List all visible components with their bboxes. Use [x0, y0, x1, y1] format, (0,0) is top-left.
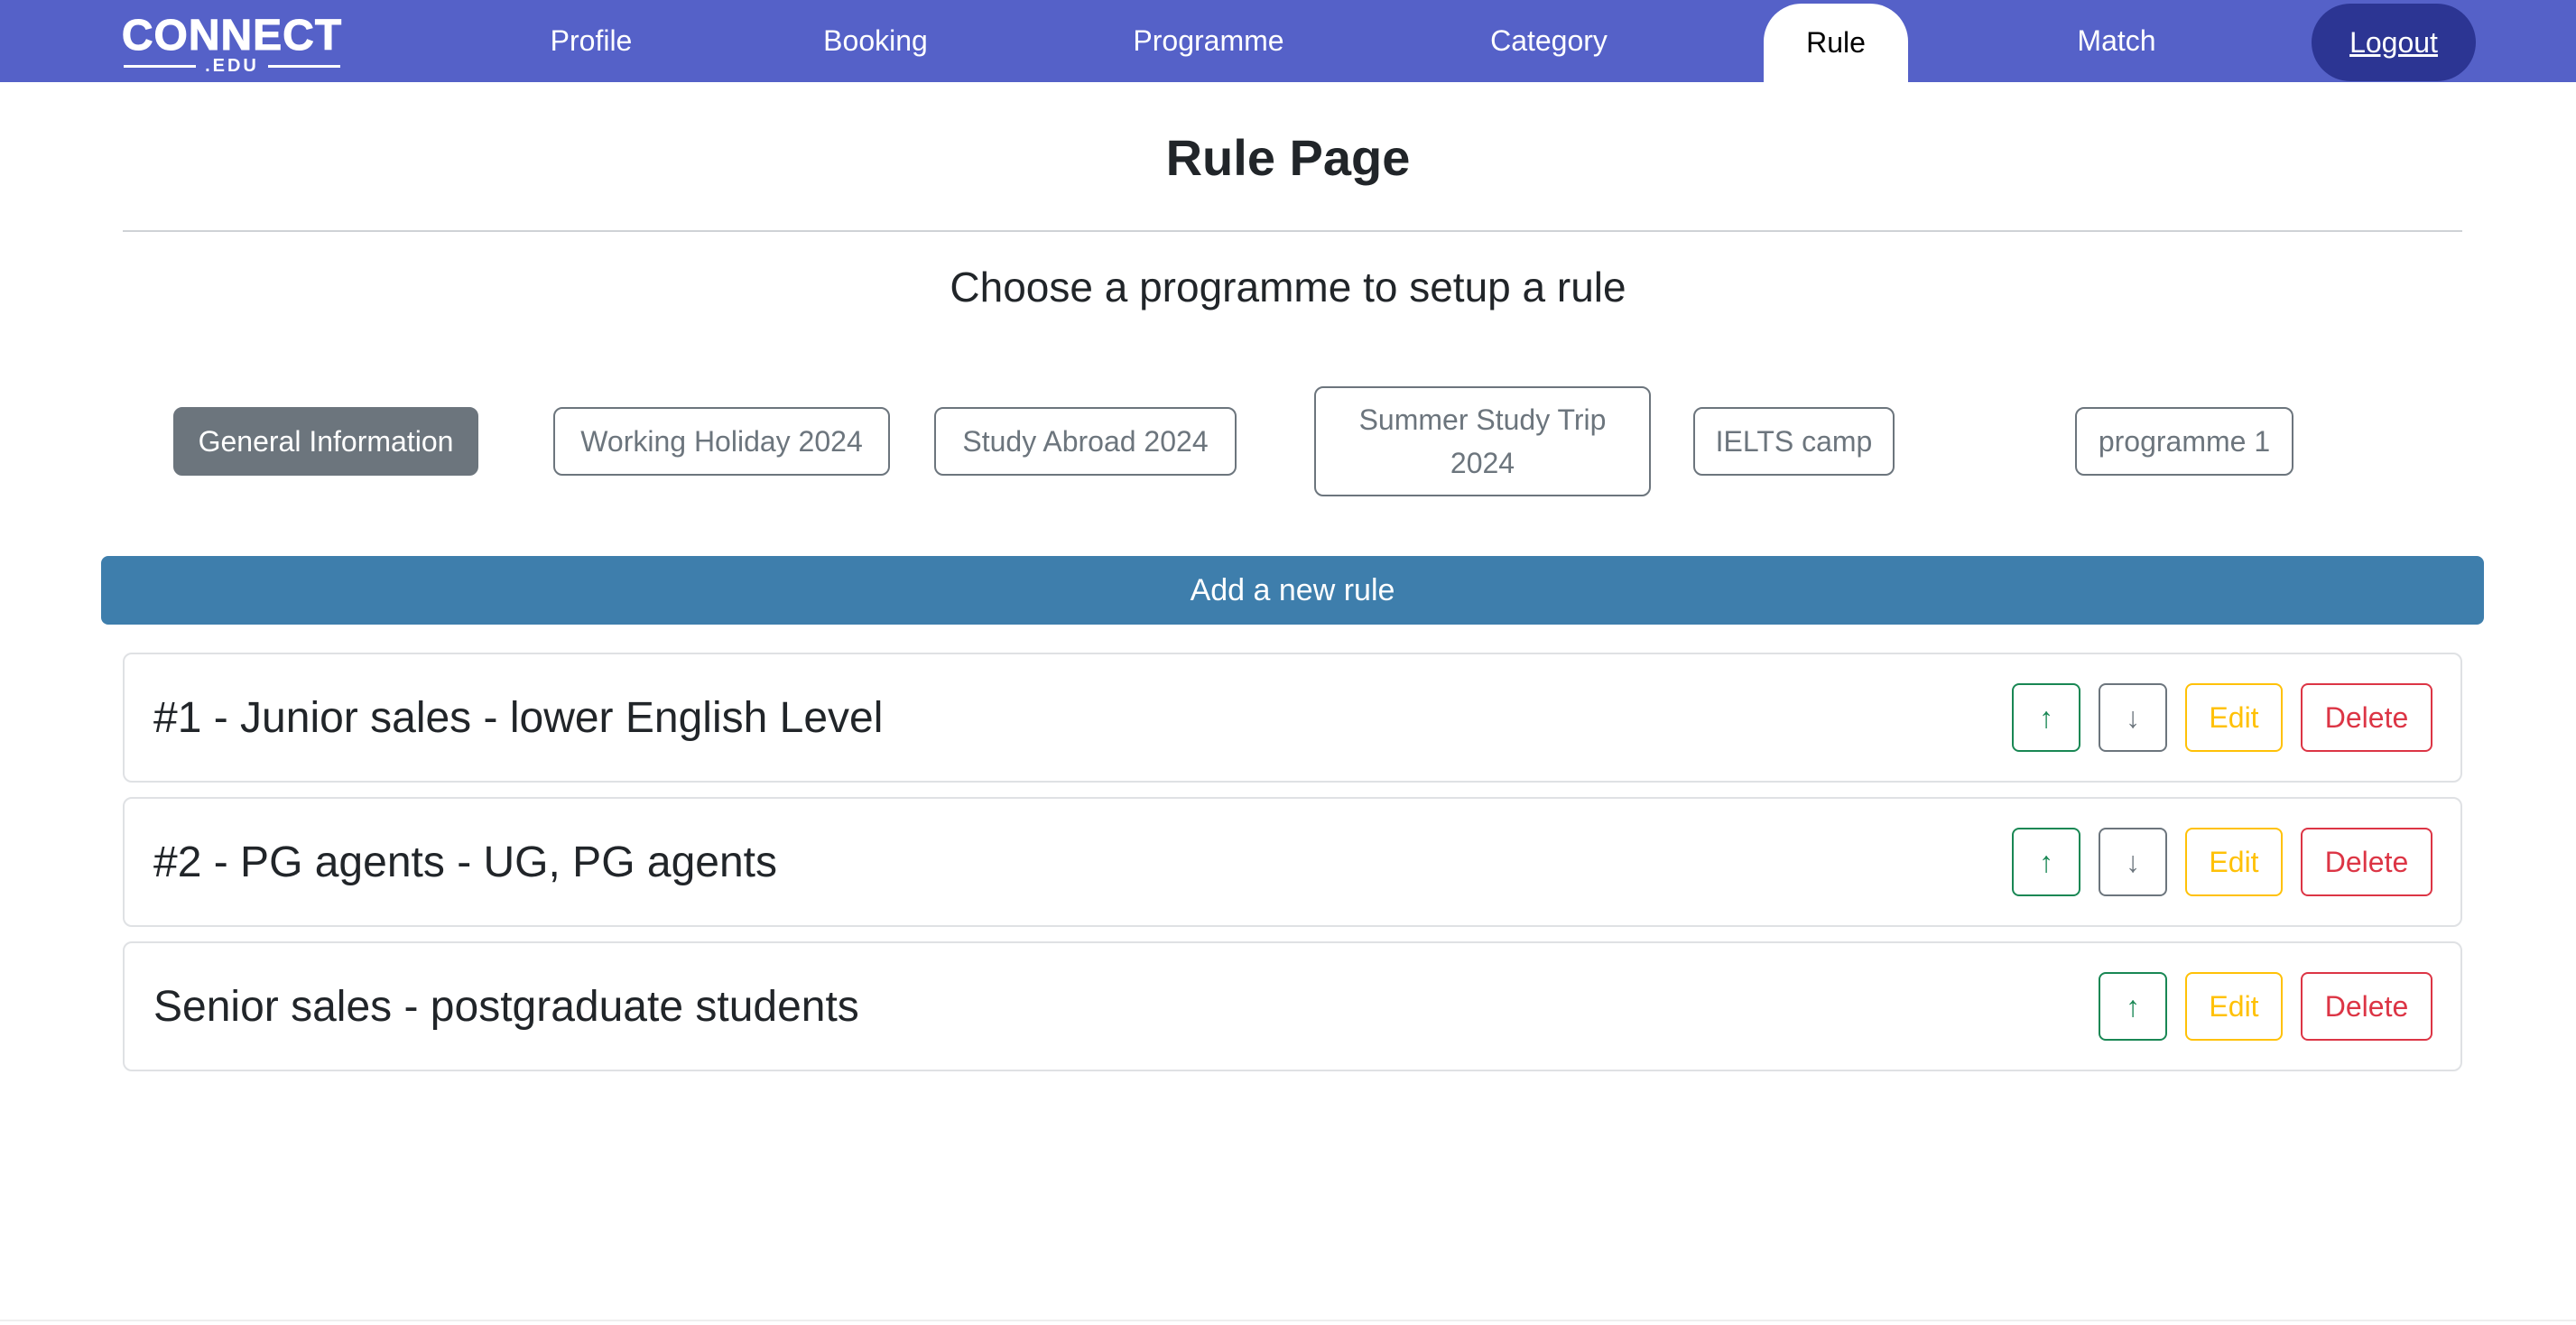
- page-subtitle: Choose a programme to setup a rule: [950, 264, 1626, 310]
- rule-title: #1 - Junior sales - lower English Level: [153, 693, 884, 742]
- edit-button[interactable]: Edit: [2185, 683, 2283, 752]
- move-up-button[interactable]: ↑: [2012, 828, 2080, 896]
- programme-button-general-information[interactable]: General Information: [173, 407, 478, 476]
- programme-button-working-holiday-2024[interactable]: Working Holiday 2024: [553, 407, 890, 476]
- nav-item-label: Booking: [823, 24, 928, 57]
- nav-item-label: Profile: [550, 24, 633, 57]
- nav-item-label: Rule: [1806, 26, 1866, 59]
- page-bottom-border: [0, 1320, 2576, 1321]
- nav-item-rule[interactable]: Rule: [1764, 4, 1908, 82]
- logo-sub-text: .EDU: [205, 56, 259, 76]
- logo-line-right: [267, 64, 340, 68]
- arrow-up-icon: ↑: [2039, 700, 2053, 734]
- top-navbar: CONNECT .EDU Profile Booking Programme C…: [0, 0, 2576, 82]
- move-down-button[interactable]: ↓: [2099, 683, 2167, 752]
- page-title: Rule Page: [1165, 129, 1411, 186]
- nav-item-label: Programme: [1133, 24, 1284, 57]
- programme-button-programme-1[interactable]: programme 1: [2075, 407, 2293, 476]
- programme-button-study-abroad-2024[interactable]: Study Abroad 2024: [934, 407, 1237, 476]
- nav-item-category[interactable]: Category: [1462, 0, 1635, 82]
- logo-line-left: [124, 64, 197, 68]
- rule-card: #1 - Junior sales - lower English Level …: [123, 653, 2462, 783]
- logo-main-text: CONNECT: [121, 12, 343, 60]
- add-new-rule-button[interactable]: Add a new rule: [101, 556, 2484, 625]
- rule-title: Senior sales - postgraduate students: [153, 982, 859, 1031]
- move-down-button[interactable]: ↓: [2099, 828, 2167, 896]
- delete-button[interactable]: Delete: [2301, 828, 2432, 896]
- move-up-button[interactable]: ↑: [2012, 683, 2080, 752]
- rule-title: #2 - PG agents - UG, PG agents: [153, 838, 777, 886]
- delete-button[interactable]: Delete: [2301, 683, 2432, 752]
- programme-button-summer-study-trip-2024[interactable]: Summer Study Trip 2024: [1314, 386, 1651, 496]
- edit-button[interactable]: Edit: [2185, 828, 2283, 896]
- programme-button-ielts-camp[interactable]: IELTS camp: [1693, 407, 1895, 476]
- edit-button[interactable]: Edit: [2185, 972, 2283, 1041]
- arrow-up-icon: ↑: [2039, 845, 2053, 878]
- rule-card: Senior sales - postgraduate students ↑ E…: [123, 941, 2462, 1071]
- nav-item-label: Match: [2077, 24, 2156, 57]
- title-divider: [123, 230, 2462, 232]
- nav-item-booking[interactable]: Booking: [800, 0, 951, 82]
- arrow-down-icon: ↓: [2126, 845, 2140, 878]
- nav-item-match[interactable]: Match: [2047, 0, 2186, 82]
- logo-sub: .EDU: [112, 55, 352, 77]
- arrow-up-icon: ↑: [2126, 989, 2140, 1023]
- arrow-down-icon: ↓: [2126, 700, 2140, 734]
- nav-item-profile[interactable]: Profile: [520, 0, 663, 82]
- delete-button[interactable]: Delete: [2301, 972, 2432, 1041]
- rule-card: #2 - PG agents - UG, PG agents ↑ ↓ Edit …: [123, 797, 2462, 927]
- logout-button[interactable]: Logout: [2312, 4, 2476, 81]
- connect-edu-logo[interactable]: CONNECT .EDU: [112, 12, 352, 77]
- nav-item-programme[interactable]: Programme: [1112, 0, 1305, 82]
- move-up-button[interactable]: ↑: [2099, 972, 2167, 1041]
- nav-item-label: Category: [1490, 24, 1608, 57]
